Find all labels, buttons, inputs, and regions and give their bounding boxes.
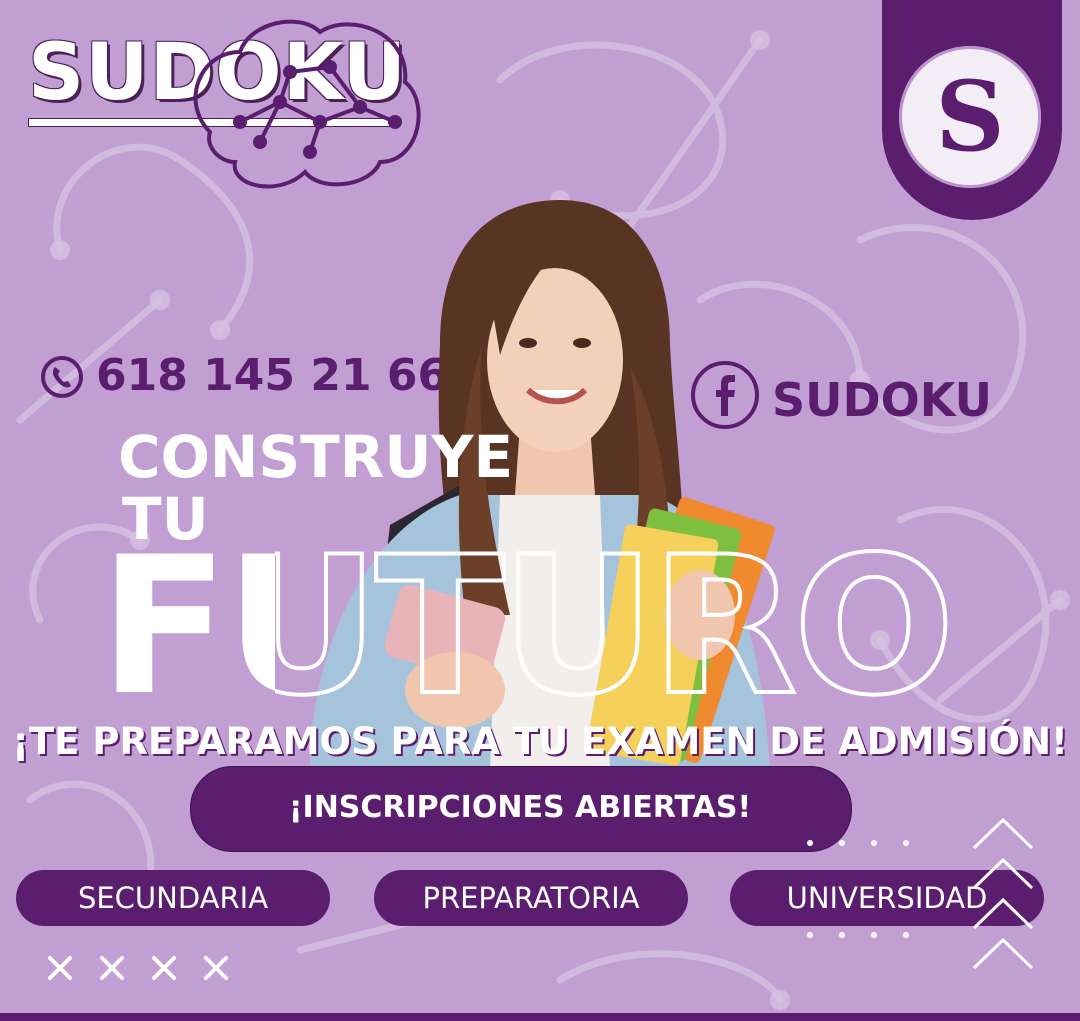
brain-icon	[193, 19, 421, 189]
level-secundaria-button[interactable]: SECUNDARIA	[16, 870, 330, 926]
poster: SUDOKU S 618 145 21 66 SUDOKU CONSTRUYE …	[0, 0, 1080, 1021]
tagline: ¡TE PREPARAMOS PARA TU EXAMEN DE ADMISIÓ…	[12, 720, 1068, 763]
logo-letter: S	[935, 60, 1005, 173]
bottom-bar	[0, 1013, 1080, 1021]
dots-decoration	[807, 840, 909, 846]
chevron-up-icon	[972, 817, 1034, 970]
level-preparatoria-button[interactable]: PREPARATORIA	[374, 870, 688, 926]
headline-futuro: FUTURO FUTURO	[99, 520, 957, 720]
dots-decoration	[807, 932, 909, 938]
enroll-button-label[interactable]: ¡INSCRIPCIONES ABIERTAS!	[190, 766, 850, 850]
headline-line-1: CONSTRUYE	[118, 423, 514, 491]
cross-marks-decoration	[48, 956, 228, 980]
phone-icon	[41, 356, 83, 398]
